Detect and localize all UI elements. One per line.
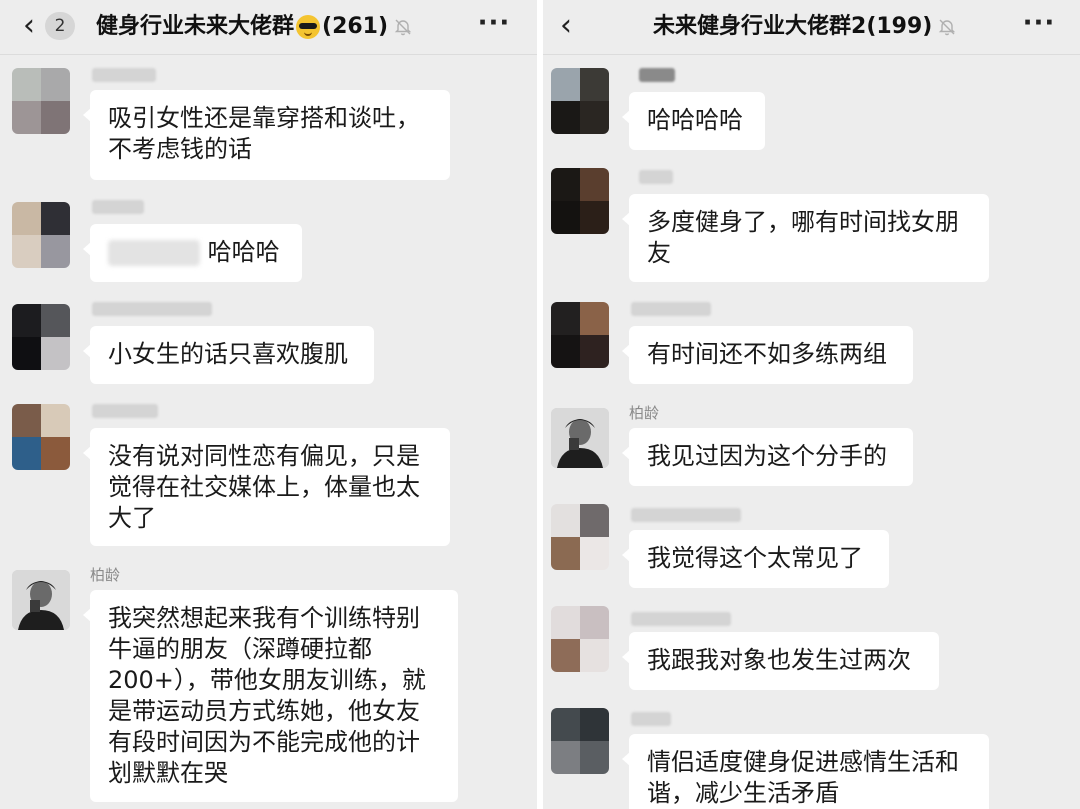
mute-bell-icon bbox=[394, 18, 412, 36]
avatar[interactable] bbox=[551, 68, 609, 134]
avatar[interactable] bbox=[12, 304, 70, 370]
back-chevron-icon[interactable]: ‹ bbox=[14, 8, 44, 44]
message-bubble[interactable]: 情侣适度健身促进感情生活和谐，减少生活矛盾 bbox=[622, 734, 989, 809]
sender-name-redacted bbox=[639, 68, 675, 82]
avatar[interactable] bbox=[12, 570, 70, 630]
group-name: 未来健身行业大佬群2 bbox=[653, 14, 867, 39]
avatar[interactable] bbox=[12, 202, 70, 268]
mute-bell-icon bbox=[938, 18, 956, 36]
avatar[interactable] bbox=[551, 708, 609, 774]
sender-name-redacted bbox=[631, 302, 711, 316]
sender-name-redacted bbox=[639, 170, 673, 184]
unread-badge[interactable]: 2 bbox=[45, 12, 75, 40]
avatar[interactable] bbox=[551, 302, 609, 368]
chat-header: ‹ 未来健身行业大佬群2 (199) ··· bbox=[543, 0, 1080, 55]
sunglasses-emoji-icon bbox=[296, 15, 321, 39]
redacted-mention bbox=[108, 240, 200, 266]
chat-title: 健身行业未来大佬群 (261) bbox=[96, 13, 412, 41]
sender-name-redacted bbox=[92, 302, 212, 316]
avatar[interactable] bbox=[551, 168, 609, 234]
message-bubble[interactable]: 多度健身了，哪有时间找女朋友 bbox=[622, 194, 989, 282]
chat-title: 未来健身行业大佬群2 (199) bbox=[653, 13, 956, 41]
sender-name-redacted bbox=[631, 612, 731, 626]
message-bubble[interactable]: 哈哈哈 bbox=[83, 224, 302, 282]
member-count: (199) bbox=[866, 14, 933, 39]
sender-name-redacted bbox=[92, 404, 158, 418]
sender-name-redacted bbox=[92, 200, 144, 214]
message-bubble[interactable]: 我觉得这个太常见了 bbox=[622, 530, 889, 588]
chat-panel-right: ‹ 未来健身行业大佬群2 (199) ··· 哈哈哈哈 多度健身了，哪有时间找女… bbox=[543, 0, 1080, 809]
message-bubble[interactable]: 我见过因为这个分手的 bbox=[622, 428, 913, 486]
message-text: 哈哈哈 bbox=[207, 238, 280, 266]
group-name: 健身行业未来大佬群 bbox=[96, 14, 295, 39]
back-chevron-icon[interactable]: ‹ bbox=[551, 8, 581, 44]
sender-name: 柏龄 bbox=[90, 566, 121, 584]
avatar[interactable] bbox=[551, 504, 609, 570]
more-options-icon[interactable]: ··· bbox=[477, 10, 511, 40]
sender-name-redacted bbox=[631, 508, 741, 522]
member-count: (261) bbox=[322, 14, 389, 39]
avatar[interactable] bbox=[551, 408, 609, 468]
avatar[interactable] bbox=[12, 404, 70, 470]
sender-name-redacted bbox=[92, 68, 156, 82]
chat-panel-left: ‹ 2 健身行业未来大佬群 (261) ··· 吸引女性还是靠穿搭和谈吐，不考虑… bbox=[0, 0, 537, 809]
message-bubble[interactable]: 没有说对同性恋有偏见，只是觉得在社交媒体上，体量也太大了 bbox=[83, 428, 450, 546]
message-bubble[interactable]: 吸引女性还是靠穿搭和谈吐，不考虑钱的话 bbox=[83, 90, 450, 180]
sender-name: 柏龄 bbox=[629, 404, 660, 422]
sender-name-redacted bbox=[631, 712, 671, 726]
message-bubble[interactable]: 小女生的话只喜欢腹肌 bbox=[83, 326, 374, 384]
avatar[interactable] bbox=[12, 68, 70, 134]
message-bubble[interactable]: 有时间还不如多练两组 bbox=[622, 326, 913, 384]
message-bubble[interactable]: 我突然想起来我有个训练特别牛逼的朋友（深蹲硬拉都200+），带他女朋友训练，就是… bbox=[83, 590, 458, 802]
message-bubble[interactable]: 我跟我对象也发生过两次 bbox=[622, 632, 939, 690]
chat-header: ‹ 2 健身行业未来大佬群 (261) ··· bbox=[0, 0, 537, 55]
message-bubble[interactable]: 哈哈哈哈 bbox=[622, 92, 765, 150]
more-options-icon[interactable]: ··· bbox=[1022, 10, 1056, 40]
avatar[interactable] bbox=[551, 606, 609, 672]
